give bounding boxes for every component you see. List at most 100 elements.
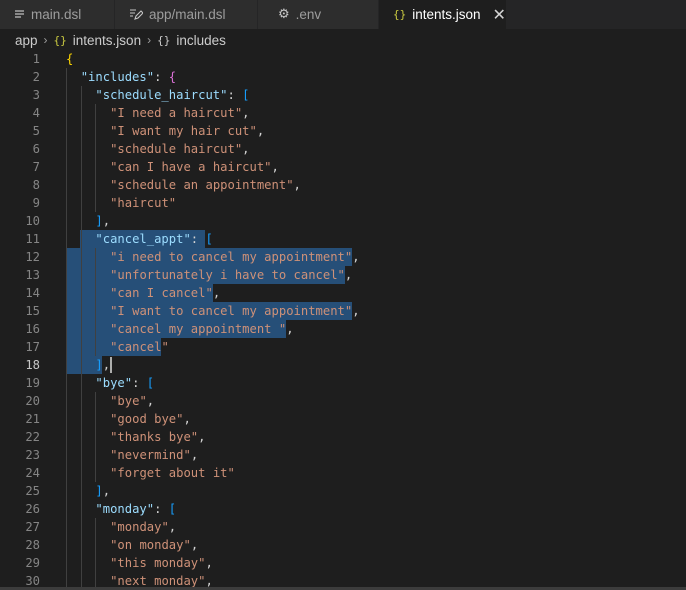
code-text: "good bye", — [110, 410, 191, 428]
indent-guide — [66, 500, 67, 518]
json-punctuation: , — [293, 178, 301, 192]
json-key: "bye" — [95, 376, 133, 390]
line-number: 2 — [32, 70, 40, 84]
tab-main-dsl[interactable]: main.dsl — [0, 0, 115, 29]
code-line[interactable]: 15 "I want to cancel my appointment", — [0, 302, 686, 320]
code-text: "this monday", — [110, 554, 213, 572]
code-line[interactable]: 6 "schedule haircut", — [0, 140, 686, 158]
line-number: 12 — [25, 250, 40, 264]
indent-guide — [80, 446, 82, 464]
indent-guide — [66, 68, 67, 86]
indent-guide — [66, 554, 67, 572]
tab-env[interactable]: ⚙ .env — [258, 0, 379, 29]
tab-app-main-dsl[interactable]: app/main.dsl — [115, 0, 258, 29]
tab-intents-json[interactable]: {} intents.json ✕ — [379, 0, 507, 29]
indent-guide — [66, 536, 67, 554]
indent-guide — [80, 356, 82, 374]
line-number: 15 — [25, 304, 40, 318]
indent-guide — [95, 446, 97, 464]
indent-guide — [80, 140, 82, 158]
json-punctuation: , — [286, 322, 294, 336]
json-punctuation: , — [271, 160, 279, 174]
indent-guide — [95, 176, 97, 194]
code-line[interactable]: 29 "this monday", — [0, 554, 686, 572]
code-line[interactable]: 4 "I need a haircut", — [0, 104, 686, 122]
code-line[interactable]: 13 "unfortunately i have to cancel", — [0, 266, 686, 284]
code-line[interactable]: 14 "can I cancel", — [0, 284, 686, 302]
indent-guide — [66, 392, 67, 410]
line-number: 22 — [25, 430, 40, 444]
code-line[interactable]: 5 "I want my hair cut", — [0, 122, 686, 140]
code-line[interactable]: 10], — [0, 212, 686, 230]
indent-guide — [80, 194, 82, 212]
json-punctuation: , — [198, 430, 206, 444]
code-line[interactable]: 18], — [0, 356, 686, 374]
json-string: "cancel my appointment " — [110, 322, 287, 336]
json-punctuation: : — [154, 502, 169, 516]
chevron-right-icon: › — [147, 33, 152, 47]
line-number: 16 — [25, 322, 40, 336]
line-number: 14 — [25, 286, 40, 300]
code-line[interactable]: 12 "i need to cancel my appointment", — [0, 248, 686, 266]
code-line[interactable]: 16 "cancel my appointment ", — [0, 320, 686, 338]
code-line[interactable]: 19 "bye": [ — [0, 374, 686, 392]
indent-guide — [80, 338, 82, 356]
code-line[interactable]: 24 "forget about it" — [0, 464, 686, 482]
indent-guide — [95, 428, 97, 446]
code-line[interactable]: 27 "monday", — [0, 518, 686, 536]
line-number: 7 — [32, 160, 40, 174]
indent-guide — [80, 320, 82, 338]
indent-guide — [80, 428, 82, 446]
indent-guide — [95, 392, 97, 410]
code-line[interactable]: 8 "schedule an appointment", — [0, 176, 686, 194]
code-text: "I need a haircut", — [110, 104, 249, 122]
text-cursor — [110, 357, 113, 373]
code-editor[interactable]: 1{2 "includes": {3 "schedule_haircut": [4 "… — [0, 50, 686, 590]
code-line[interactable]: 25], — [0, 482, 686, 500]
json-string: "can I cancel" — [110, 286, 213, 300]
code-line[interactable]: 2 "includes": { — [0, 68, 686, 86]
line-number: 19 — [25, 376, 40, 390]
line-number: 26 — [25, 502, 40, 516]
indent-guide — [66, 104, 67, 122]
json-punctuation: , — [212, 286, 221, 300]
indent-guide — [95, 320, 97, 338]
tab-label: app/main.dsl — [149, 7, 226, 22]
code-text: "bye": [ — [95, 374, 154, 392]
breadcrumb-symbol[interactable]: includes — [176, 33, 226, 48]
json-punctuation: , — [205, 574, 213, 588]
code-line[interactable]: 23 "nevermind", — [0, 446, 686, 464]
json-punctuation: , — [102, 214, 111, 228]
code-line[interactable]: 9 "haircut" — [0, 194, 686, 212]
breadcrumb-folder[interactable]: app — [15, 33, 38, 48]
code-line[interactable]: 28 "on monday", — [0, 536, 686, 554]
json-key: "cancel_appt" — [95, 232, 191, 246]
code-line[interactable]: 21 "good bye", — [0, 410, 686, 428]
code-text: "thanks bye", — [110, 428, 205, 446]
indent-guide — [66, 230, 67, 248]
line-number: 9 — [32, 196, 40, 210]
breadcrumb-file[interactable]: intents.json — [73, 33, 141, 48]
json-string: "bye" — [110, 394, 147, 408]
code-text: "schedule an appointment", — [110, 176, 301, 194]
code-line[interactable]: 26 "monday": [ — [0, 500, 686, 518]
code-text: "forget about it" — [110, 464, 235, 482]
code-line[interactable]: 11 "cancel_appt": [ — [0, 230, 686, 248]
code-line[interactable]: 20 "bye", — [0, 392, 686, 410]
code-line[interactable]: 22 "thanks bye", — [0, 428, 686, 446]
json-punctuation: , — [183, 412, 191, 426]
code-text: ], — [95, 482, 110, 500]
indent-guide — [80, 248, 82, 266]
json-punctuation: : — [190, 232, 206, 246]
indent-guide — [66, 194, 67, 212]
indent-guide — [66, 356, 67, 374]
indent-guide — [66, 140, 67, 158]
json-string: "good bye" — [110, 412, 184, 426]
code-line[interactable]: 3 "schedule_haircut": [ — [0, 86, 686, 104]
code-line[interactable]: 7 "can I have a haircut", — [0, 158, 686, 176]
chevron-right-icon: › — [43, 33, 48, 47]
code-line[interactable]: 1{ — [0, 50, 686, 68]
close-icon[interactable]: ✕ — [493, 5, 506, 25]
code-line[interactable]: 17 "cancel" — [0, 338, 686, 356]
indent-guide — [95, 266, 97, 284]
